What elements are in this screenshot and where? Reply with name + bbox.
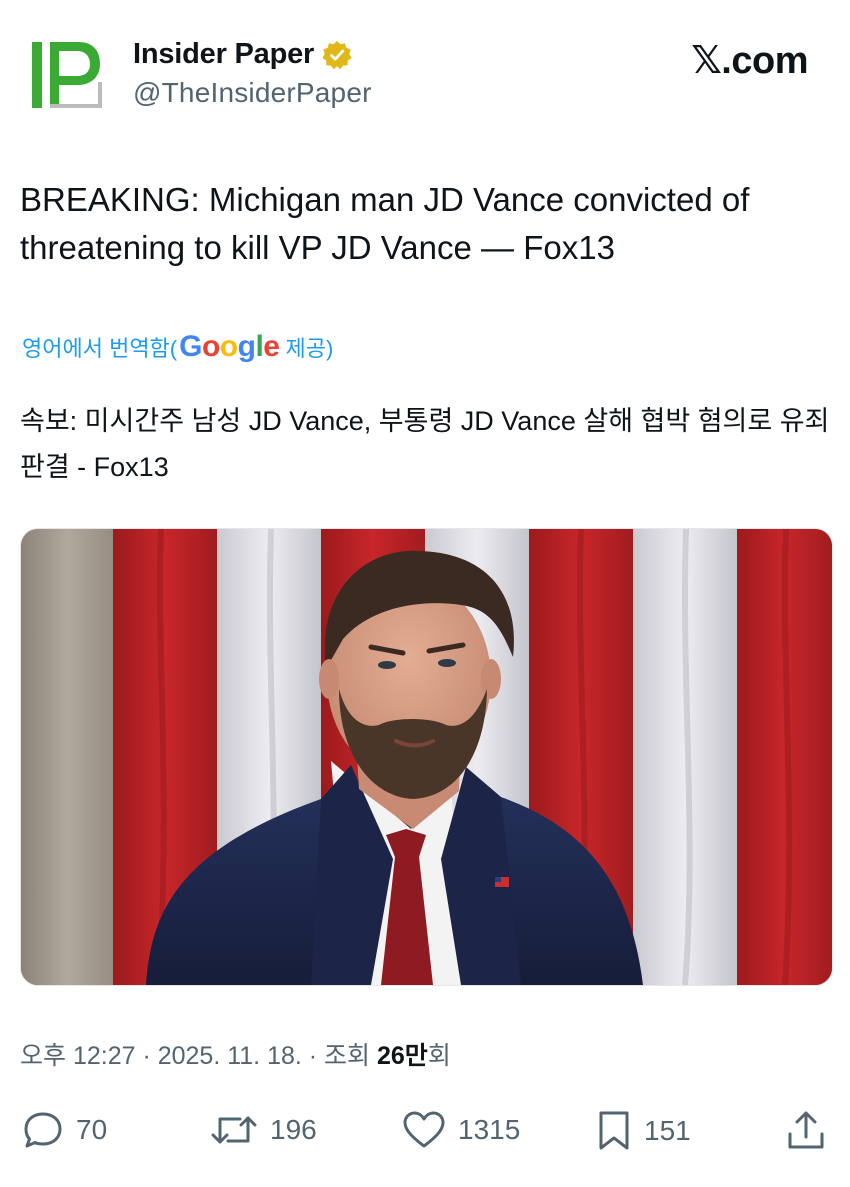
bookmark-icon bbox=[599, 1111, 629, 1150]
translation-label[interactable]: 영어에서 번역함( Google 제공) bbox=[22, 330, 333, 364]
repost-count: 196 bbox=[270, 1114, 317, 1145]
action-bar: 70 196 1315 151 bbox=[0, 1100, 850, 1160]
bookmark-count: 151 bbox=[644, 1115, 691, 1146]
tweet-header: Insider Paper @TheInsiderPaper 𝕏.com bbox=[0, 0, 850, 150]
verified-badge-icon bbox=[322, 40, 352, 69]
tweet-meta: 오후 12:27 · 2025. 11. 18. · 조회 26만회 bbox=[20, 1036, 451, 1072]
translation-label-prefix: 영어에서 번역함( bbox=[22, 336, 178, 361]
share-icon bbox=[788, 1111, 824, 1149]
like-button[interactable]: 1315 bbox=[402, 1110, 520, 1150]
view-count: 26만 bbox=[377, 1042, 428, 1070]
translated-text: 속보: 미시간주 남성 JD Vance, 부통령 JD Vance 살해 협박… bbox=[20, 406, 830, 482]
tweet-timestamp[interactable]: 오후 12:27 · 2025. 11. 18. · 조회 bbox=[20, 1042, 377, 1070]
author-handle[interactable]: @TheInsiderPaper bbox=[133, 77, 372, 109]
view-count-suffix: 회 bbox=[427, 1042, 451, 1070]
repost-icon bbox=[211, 1116, 257, 1144]
translation-label-suffix: 제공) bbox=[285, 336, 334, 361]
like-count: 1315 bbox=[458, 1114, 521, 1145]
bookmark-button[interactable]: 151 bbox=[596, 1110, 691, 1152]
reply-button[interactable]: 70 bbox=[22, 1110, 107, 1150]
author-block[interactable]: Insider Paper @TheInsiderPaper bbox=[133, 38, 372, 109]
reply-icon bbox=[24, 1112, 62, 1148]
site-brand: 𝕏.com bbox=[691, 40, 808, 82]
tweet-text: BREAKING: Michigan man JD Vance convicte… bbox=[20, 181, 750, 266]
repost-button[interactable]: 196 bbox=[210, 1110, 317, 1150]
tweet-photo[interactable] bbox=[20, 528, 833, 986]
insider-paper-logo[interactable] bbox=[30, 40, 106, 110]
reply-count: 70 bbox=[76, 1114, 108, 1145]
author-name[interactable]: Insider Paper bbox=[133, 38, 314, 71]
google-logo: Google bbox=[179, 330, 280, 363]
share-button[interactable] bbox=[786, 1110, 826, 1152]
photo-illustration bbox=[21, 529, 832, 985]
heart-icon bbox=[403, 1111, 445, 1148]
